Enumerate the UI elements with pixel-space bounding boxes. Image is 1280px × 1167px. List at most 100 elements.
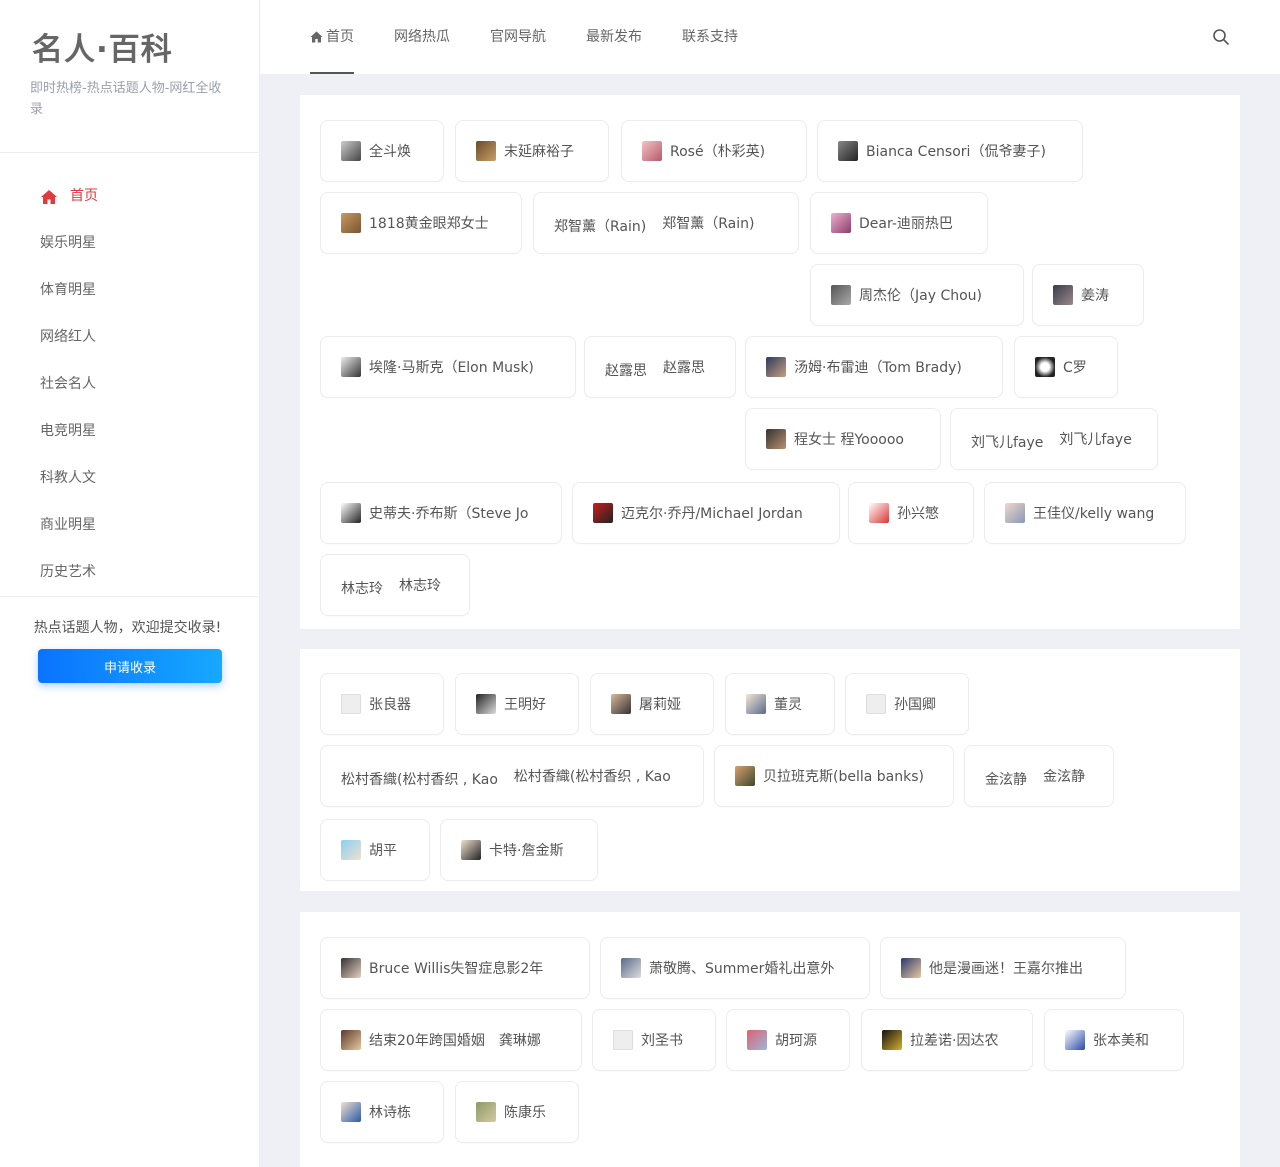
person-tag[interactable]: 埃隆·马斯克（Elon Musk) (320, 336, 576, 398)
person-tag[interactable]: 屠莉娅 (590, 673, 714, 735)
person-name: 他是漫画迷！王嘉尔推出 (929, 961, 1083, 977)
tab-contact[interactable]: 联系支持 (682, 0, 738, 74)
avatar (1005, 503, 1025, 523)
person-tag[interactable]: 姜涛 (1032, 264, 1144, 326)
person-tag[interactable]: C罗 (1014, 336, 1118, 398)
person-tag[interactable]: 王明好 (455, 673, 579, 735)
person-name: 程女士 程Yooooo (794, 432, 904, 448)
person-tag[interactable]: 刘飞儿faye 刘飞儿faye (950, 408, 1158, 470)
person-name: Bruce Willis失智症息影2年 (369, 961, 544, 977)
person-name: 拉差诺·因达农 (910, 1033, 999, 1049)
avatar (642, 141, 662, 161)
person-tag[interactable]: 胡珂源 (726, 1009, 850, 1071)
avatar (831, 285, 851, 305)
person-tag[interactable]: Rosé（朴彩英) (621, 120, 807, 182)
sidebar-item-esports[interactable]: 电竞明星 (0, 408, 259, 455)
person-name: 董灵 (774, 697, 802, 713)
person-tag[interactable]: 赵露思 赵露思 (584, 336, 736, 398)
top-nav: 首页 网络热瓜 官网导航 最新发布 联系支持 (260, 0, 778, 74)
person-tag[interactable]: 王佳仪/kelly wang (984, 482, 1186, 544)
sidebar-nav: 首页 娱乐明星 体育明星 网络红人 社会名人 电竞明星 科教人文 商业明星 历史… (0, 153, 259, 597)
tab-hot-gossip[interactable]: 网络热瓜 (394, 0, 450, 74)
avatar (766, 429, 786, 449)
sidebar-item-public-figures[interactable]: 社会名人 (0, 361, 259, 408)
sidebar-item-entertainment[interactable]: 娱乐明星 (0, 220, 259, 267)
person-tag[interactable]: 迈克尔·乔丹/Michael Jordan (572, 482, 840, 544)
person-tag[interactable]: 萧敬腾、Summer婚礼出意外 (600, 937, 870, 999)
person-tag[interactable]: 贝拉班克斯(bella banks) (714, 745, 954, 807)
sidebar-item-sports[interactable]: 体育明星 (0, 267, 259, 314)
sidebar-item-business[interactable]: 商业明星 (0, 502, 259, 549)
person-name: 卡特·詹金斯 (489, 843, 564, 859)
person-tag[interactable]: 末延麻裕子 (455, 120, 609, 182)
sidebar-item-home[interactable]: 首页 (0, 173, 259, 220)
tab-label: 官网导航 (490, 29, 546, 45)
person-tag[interactable]: 孙兴慜 (848, 482, 974, 544)
site-logo[interactable]: 名人·百科 (30, 30, 229, 70)
person-tag[interactable]: 林诗栋 (320, 1081, 444, 1143)
person-tag[interactable]: 陈康乐 (455, 1081, 579, 1143)
person-tag[interactable]: 孙国卿 (845, 673, 969, 735)
person-tag[interactable]: 张本美和 (1044, 1009, 1184, 1071)
celebrity-card-3: Bruce Willis失智症息影2年 萧敬腾、Summer婚礼出意外 他是漫画… (300, 912, 1240, 1167)
person-tag[interactable]: 程女士 程Yooooo (745, 408, 941, 470)
sidebar-item-label: 商业明星 (40, 517, 96, 533)
person-tag[interactable]: 胡平 (320, 819, 430, 881)
person-tag[interactable]: 卡特·詹金斯 (440, 819, 598, 881)
person-tag[interactable]: 林志玲 林志玲 (320, 554, 470, 616)
person-name: 胡平 (369, 843, 397, 859)
person-tag[interactable]: 周杰伦（Jay Chou) (810, 264, 1024, 326)
person-tag[interactable]: 结束20年跨国婚姻 龚琳娜 (320, 1009, 582, 1071)
site-subtitle: 即时热榜-热点话题人物-网红全收录 (30, 81, 222, 117)
person-tag[interactable]: 张良器 (320, 673, 444, 735)
person-tag[interactable]: 史蒂夫·乔布斯（Steve Jo (320, 482, 562, 544)
avatar (747, 1030, 767, 1050)
person-tag[interactable]: 拉差诺·因达农 (861, 1009, 1033, 1071)
person-tag[interactable]: 全斗焕 (320, 120, 444, 182)
person-name: 张本美和 (1093, 1033, 1149, 1049)
sidebar-item-science-culture[interactable]: 科教人文 (0, 455, 259, 502)
person-tag[interactable]: Bianca Censori（侃爷妻子) (817, 120, 1083, 182)
person-name: 孙兴慜 (897, 506, 939, 522)
avatar (838, 141, 858, 161)
person-tag[interactable]: 1818黄金眼郑女士 (320, 192, 522, 254)
person-name: 孙国卿 (894, 697, 936, 713)
sidebar-item-influencers[interactable]: 网络红人 (0, 314, 259, 361)
submit-notice: 热点话题人物，欢迎提交收录! (33, 620, 222, 636)
avatar (341, 1102, 361, 1122)
tab-home[interactable]: 首页 (310, 0, 354, 74)
search-icon[interactable] (1212, 28, 1230, 46)
brand: 名人·百科 即时热榜-热点话题人物-网红全收录 (0, 0, 259, 153)
person-tag[interactable]: Bruce Willis失智症息影2年 (320, 937, 590, 999)
person-tag[interactable]: 董灵 (725, 673, 835, 735)
avatar (766, 357, 786, 377)
person-tag[interactable]: 汤姆·布雷迪（Tom Brady) (745, 336, 1003, 398)
person-name: 王佳仪/kelly wang (1033, 506, 1155, 522)
avatar-alt-text: 松村香織(松村香织 , Kao (341, 772, 498, 788)
person-tag[interactable]: Dear-迪丽热巴 (810, 192, 988, 254)
person-tag[interactable]: 松村香織(松村香织 , Kao 松村香織(松村香织 , Kao (320, 745, 704, 807)
tab-official-sites[interactable]: 官网导航 (490, 0, 546, 74)
person-name: 金泫静 (1043, 769, 1085, 785)
avatar (882, 1030, 902, 1050)
tab-latest[interactable]: 最新发布 (586, 0, 642, 74)
person-name: 周杰伦（Jay Chou) (859, 288, 982, 304)
person-name: Rosé（朴彩英) (670, 144, 766, 160)
sidebar-item-history-art[interactable]: 历史艺术 (0, 549, 259, 596)
avatar (1035, 357, 1055, 377)
person-tag[interactable]: 他是漫画迷！王嘉尔推出 (880, 937, 1126, 999)
avatar (341, 1030, 361, 1050)
person-tag[interactable]: 郑智薰（Rain) 郑智薰（Rain) (533, 192, 799, 254)
avatar (831, 213, 851, 233)
sidebar: 名人·百科 即时热榜-热点话题人物-网红全收录 首页 娱乐明星 体育明星 网络红… (0, 0, 260, 1167)
avatar (476, 141, 496, 161)
person-name: 迈克尔·乔丹/Michael Jordan (621, 506, 803, 522)
avatar (341, 694, 361, 714)
person-name: 姜涛 (1081, 288, 1109, 304)
person-tag[interactable]: 刘圣书 (592, 1009, 716, 1071)
sidebar-item-label: 电竞明星 (40, 423, 96, 439)
sidebar-item-label: 娱乐明星 (40, 235, 96, 251)
person-name: 刘圣书 (641, 1033, 683, 1049)
apply-button[interactable]: 申请收录 (38, 649, 222, 683)
person-tag[interactable]: 金泫静 金泫静 (964, 745, 1114, 807)
